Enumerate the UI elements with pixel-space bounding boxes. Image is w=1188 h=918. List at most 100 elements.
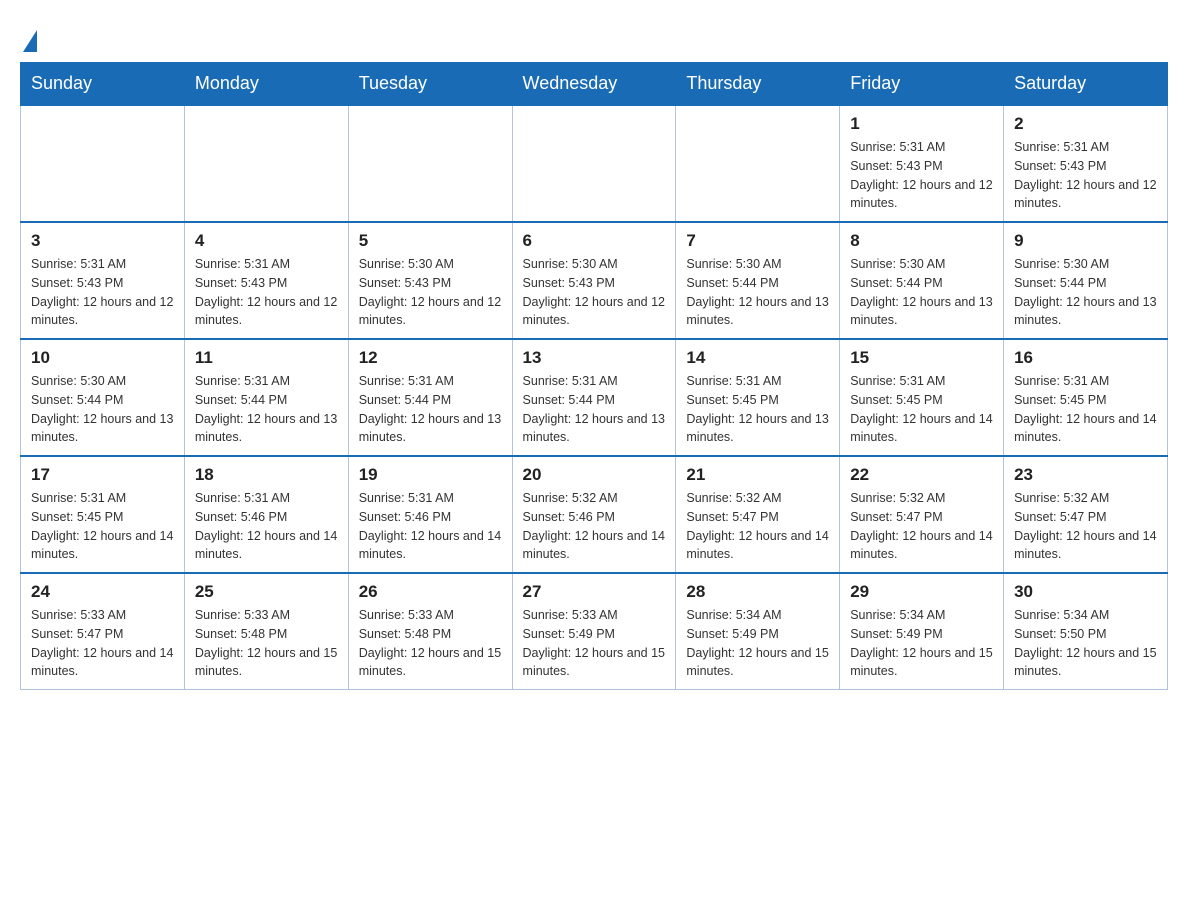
cell-w0-d3: [512, 105, 676, 222]
day-info-3: Sunrise: 5:31 AMSunset: 5:43 PMDaylight:…: [31, 255, 174, 330]
cell-w2-d2: 12Sunrise: 5:31 AMSunset: 5:44 PMDayligh…: [348, 339, 512, 456]
day-number-24: 24: [31, 582, 174, 602]
header-thursday: Thursday: [676, 63, 840, 106]
week-row-1: 3 Sunrise: 5:31 AMSunset: 5:43 PMDaylight…: [21, 222, 1168, 339]
day-number-5: 5: [359, 231, 502, 251]
day-info-19: Sunrise: 5:31 AMSunset: 5:46 PMDaylight:…: [359, 489, 502, 564]
day-number-15: 15: [850, 348, 993, 368]
cell-w3-d5: 22Sunrise: 5:32 AMSunset: 5:47 PMDayligh…: [840, 456, 1004, 573]
day-info-7: Sunrise: 5:30 AMSunset: 5:44 PMDaylight:…: [686, 255, 829, 330]
day-number-18: 18: [195, 465, 338, 485]
day-info-27: Sunrise: 5:33 AMSunset: 5:49 PMDaylight:…: [523, 606, 666, 681]
day-number-10: 10: [31, 348, 174, 368]
day-number-28: 28: [686, 582, 829, 602]
header-tuesday: Tuesday: [348, 63, 512, 106]
cell-w3-d1: 18 Sunrise: 5:31 AMSunset: 5:46 PMDayligh…: [184, 456, 348, 573]
day-info-2: Sunrise: 5:31 AMSunset: 5:43 PMDaylight:…: [1014, 138, 1157, 213]
day-info-4: Sunrise: 5:31 AMSunset: 5:43 PMDaylight:…: [195, 255, 338, 330]
cell-w4-d4: 28 Sunrise: 5:34 AMSunset: 5:49 PMDayligh…: [676, 573, 840, 690]
day-number-22: 22: [850, 465, 993, 485]
cell-w1-d5: 8 Sunrise: 5:30 AMSunset: 5:44 PMDaylight…: [840, 222, 1004, 339]
cell-w1-d3: 6 Sunrise: 5:30 AMSunset: 5:43 PMDaylight…: [512, 222, 676, 339]
cell-w1-d4: 7Sunrise: 5:30 AMSunset: 5:44 PMDaylight…: [676, 222, 840, 339]
cell-w1-d2: 5 Sunrise: 5:30 AMSunset: 5:43 PMDaylight…: [348, 222, 512, 339]
header-friday: Friday: [840, 63, 1004, 106]
cell-w1-d6: 9 Sunrise: 5:30 AMSunset: 5:44 PMDaylight…: [1004, 222, 1168, 339]
cell-w2-d5: 15 Sunrise: 5:31 AMSunset: 5:45 PMDayligh…: [840, 339, 1004, 456]
day-info-9: Sunrise: 5:30 AMSunset: 5:44 PMDaylight:…: [1014, 255, 1157, 330]
day-number-25: 25: [195, 582, 338, 602]
day-number-13: 13: [523, 348, 666, 368]
cell-w2-d6: 16 Sunrise: 5:31 AMSunset: 5:45 PMDayligh…: [1004, 339, 1168, 456]
day-info-23: Sunrise: 5:32 AMSunset: 5:47 PMDaylight:…: [1014, 489, 1157, 564]
day-number-14: 14: [686, 348, 829, 368]
day-info-21: Sunrise: 5:32 AMSunset: 5:47 PMDaylight:…: [686, 489, 829, 564]
cell-w0-d2: [348, 105, 512, 222]
day-number-29: 29: [850, 582, 993, 602]
day-number-8: 8: [850, 231, 993, 251]
cell-w4-d3: 27 Sunrise: 5:33 AMSunset: 5:49 PMDayligh…: [512, 573, 676, 690]
day-info-20: Sunrise: 5:32 AMSunset: 5:46 PMDaylight:…: [523, 489, 666, 564]
day-number-19: 19: [359, 465, 502, 485]
cell-w0-d6: 2 Sunrise: 5:31 AMSunset: 5:43 PMDaylight…: [1004, 105, 1168, 222]
cell-w3-d0: 17Sunrise: 5:31 AMSunset: 5:45 PMDayligh…: [21, 456, 185, 573]
day-info-6: Sunrise: 5:30 AMSunset: 5:43 PMDaylight:…: [523, 255, 666, 330]
day-number-11: 11: [195, 348, 338, 368]
day-number-21: 21: [686, 465, 829, 485]
week-row-0: 1 Sunrise: 5:31 AMSunset: 5:43 PMDaylight…: [21, 105, 1168, 222]
day-info-8: Sunrise: 5:30 AMSunset: 5:44 PMDaylight:…: [850, 255, 993, 330]
cell-w3-d2: 19 Sunrise: 5:31 AMSunset: 5:46 PMDayligh…: [348, 456, 512, 573]
cell-w4-d6: 30 Sunrise: 5:34 AMSunset: 5:50 PMDayligh…: [1004, 573, 1168, 690]
day-number-2: 2: [1014, 114, 1157, 134]
day-info-12: Sunrise: 5:31 AMSunset: 5:44 PMDaylight:…: [359, 372, 502, 447]
cell-w3-d3: 20 Sunrise: 5:32 AMSunset: 5:46 PMDayligh…: [512, 456, 676, 573]
logo-blue-text: [20, 30, 37, 52]
day-number-17: 17: [31, 465, 174, 485]
day-info-28: Sunrise: 5:34 AMSunset: 5:49 PMDaylight:…: [686, 606, 829, 681]
day-number-20: 20: [523, 465, 666, 485]
header-sunday: Sunday: [21, 63, 185, 106]
day-info-5: Sunrise: 5:30 AMSunset: 5:43 PMDaylight:…: [359, 255, 502, 330]
day-info-13: Sunrise: 5:31 AMSunset: 5:44 PMDaylight:…: [523, 372, 666, 447]
cell-w4-d2: 26 Sunrise: 5:33 AMSunset: 5:48 PMDayligh…: [348, 573, 512, 690]
cell-w2-d4: 14 Sunrise: 5:31 AMSunset: 5:45 PMDayligh…: [676, 339, 840, 456]
day-number-26: 26: [359, 582, 502, 602]
cell-w0-d1: [184, 105, 348, 222]
day-number-30: 30: [1014, 582, 1157, 602]
cell-w0-d4: [676, 105, 840, 222]
week-row-3: 17Sunrise: 5:31 AMSunset: 5:45 PMDayligh…: [21, 456, 1168, 573]
day-info-16: Sunrise: 5:31 AMSunset: 5:45 PMDaylight:…: [1014, 372, 1157, 447]
logo-triangle-icon: [23, 30, 37, 52]
day-number-16: 16: [1014, 348, 1157, 368]
day-number-1: 1: [850, 114, 993, 134]
day-info-26: Sunrise: 5:33 AMSunset: 5:48 PMDaylight:…: [359, 606, 502, 681]
cell-w0-d0: [21, 105, 185, 222]
day-info-14: Sunrise: 5:31 AMSunset: 5:45 PMDaylight:…: [686, 372, 829, 447]
day-info-29: Sunrise: 5:34 AMSunset: 5:49 PMDaylight:…: [850, 606, 993, 681]
header-monday: Monday: [184, 63, 348, 106]
cell-w1-d1: 4 Sunrise: 5:31 AMSunset: 5:43 PMDaylight…: [184, 222, 348, 339]
cell-w2-d3: 13 Sunrise: 5:31 AMSunset: 5:44 PMDayligh…: [512, 339, 676, 456]
day-number-4: 4: [195, 231, 338, 251]
day-number-9: 9: [1014, 231, 1157, 251]
cell-w2-d0: 10 Sunrise: 5:30 AMSunset: 5:44 PMDayligh…: [21, 339, 185, 456]
cell-w4-d5: 29 Sunrise: 5:34 AMSunset: 5:49 PMDayligh…: [840, 573, 1004, 690]
day-number-27: 27: [523, 582, 666, 602]
day-info-25: Sunrise: 5:33 AMSunset: 5:48 PMDaylight:…: [195, 606, 338, 681]
header-area: [20, 20, 1168, 52]
day-info-18: Sunrise: 5:31 AMSunset: 5:46 PMDaylight:…: [195, 489, 338, 564]
day-number-3: 3: [31, 231, 174, 251]
day-info-11: Sunrise: 5:31 AMSunset: 5:44 PMDaylight:…: [195, 372, 338, 447]
logo: [20, 20, 37, 52]
day-number-6: 6: [523, 231, 666, 251]
cell-w4-d0: 24Sunrise: 5:33 AMSunset: 5:47 PMDayligh…: [21, 573, 185, 690]
day-info-30: Sunrise: 5:34 AMSunset: 5:50 PMDaylight:…: [1014, 606, 1157, 681]
cell-w3-d4: 21 Sunrise: 5:32 AMSunset: 5:47 PMDayligh…: [676, 456, 840, 573]
day-number-23: 23: [1014, 465, 1157, 485]
cell-w4-d1: 25 Sunrise: 5:33 AMSunset: 5:48 PMDayligh…: [184, 573, 348, 690]
day-info-15: Sunrise: 5:31 AMSunset: 5:45 PMDaylight:…: [850, 372, 993, 447]
cell-w0-d5: 1Sunrise: 5:31 AMSunset: 5:43 PMDaylight…: [840, 105, 1004, 222]
cell-w2-d1: 11 Sunrise: 5:31 AMSunset: 5:44 PMDayligh…: [184, 339, 348, 456]
header-saturday: Saturday: [1004, 63, 1168, 106]
day-info-10: Sunrise: 5:30 AMSunset: 5:44 PMDaylight:…: [31, 372, 174, 447]
